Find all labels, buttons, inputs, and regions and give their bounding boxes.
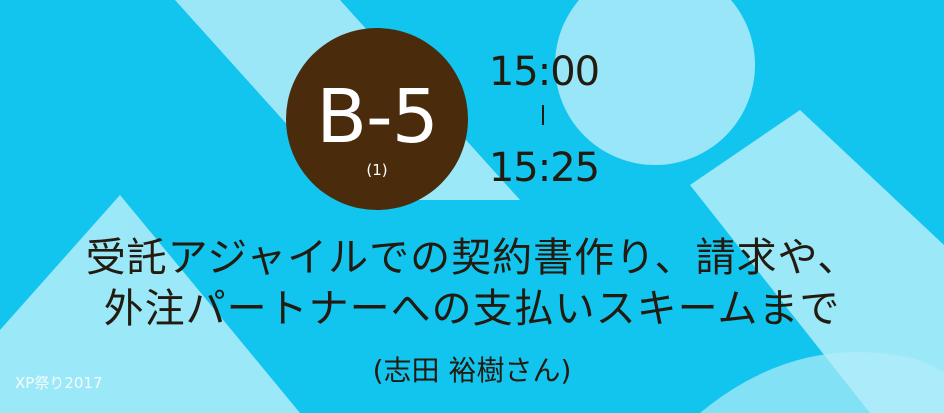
- session-slide: B-5 (1) 15:00 15:25 受託アジャイルでの契約書作り、請求や、 …: [0, 0, 944, 413]
- session-badge: B-5 (1): [286, 28, 468, 210]
- session-code: B-5: [316, 74, 439, 160]
- event-watermark: XP祭り2017: [15, 374, 103, 392]
- end-time: 15:25: [488, 145, 600, 191]
- speaker-name: (志田 裕樹さん): [372, 354, 572, 387]
- title-line-2: 外注パートナーへの支払いスキームまで: [103, 286, 841, 332]
- session-title: 受託アジャイルでの契約書作り、請求や、 外注パートナーへの支払いスキームまで: [0, 233, 944, 335]
- session-sub: (1): [366, 161, 388, 179]
- time-separator: [542, 105, 544, 125]
- title-line-1: 受託アジャイルでの契約書作り、請求や、: [85, 235, 859, 281]
- start-time: 15:00: [488, 49, 600, 95]
- background-shapes: [0, 0, 944, 413]
